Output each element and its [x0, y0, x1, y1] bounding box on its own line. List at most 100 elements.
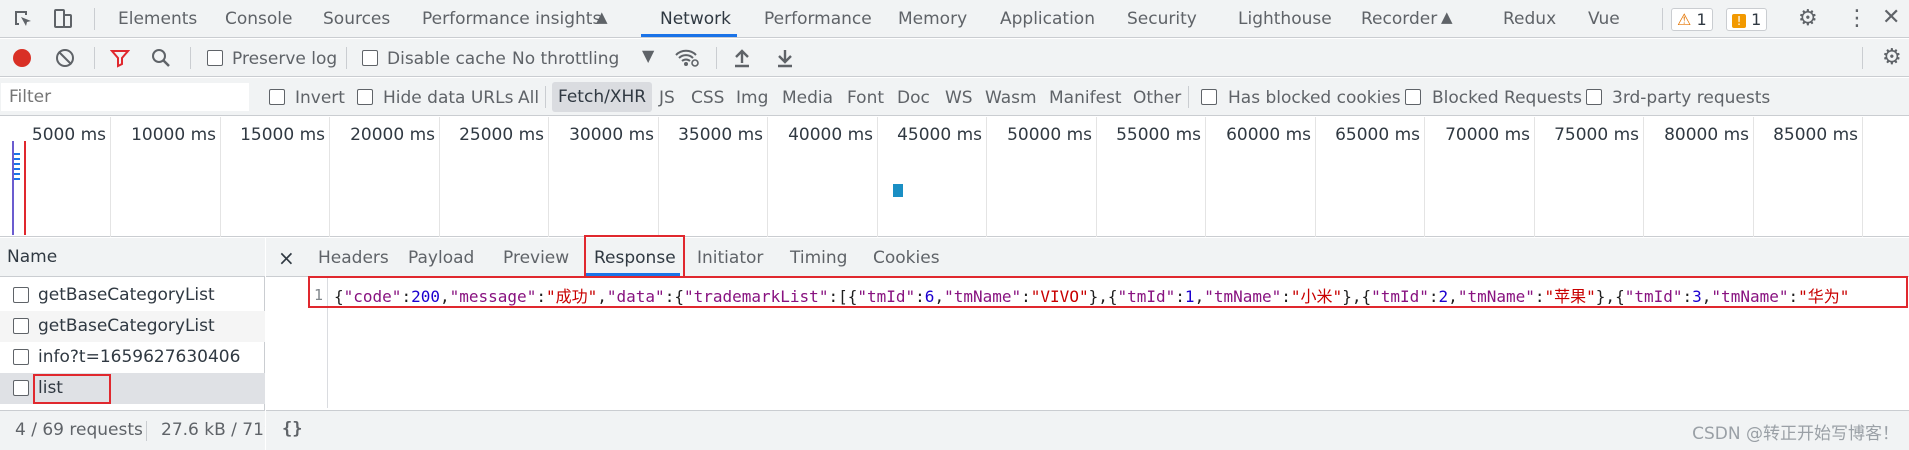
search-icon[interactable] — [150, 47, 172, 73]
timeline-tick-label: 75000 ms — [1554, 125, 1639, 145]
request-row[interactable]: info?t=1659627630406 — [0, 342, 265, 373]
issue-icon: ! — [1732, 14, 1746, 28]
tab-sources[interactable]: Sources — [323, 0, 390, 38]
gear-icon[interactable]: ⚙ — [1798, 8, 1818, 30]
active-tab-indicator — [641, 34, 737, 37]
hide-data-urls-checkbox[interactable] — [357, 89, 373, 105]
tab-console[interactable]: Console — [225, 0, 293, 38]
close-icon[interactable]: ✕ — [1882, 7, 1900, 29]
warnings-badge[interactable]: ⚠ 1 — [1671, 8, 1713, 31]
timeline-gridline — [767, 117, 768, 237]
tab-headers[interactable]: Headers — [318, 238, 389, 277]
requests-panel: Name getBaseCategoryList getBaseCategory… — [0, 238, 265, 450]
has-blocked-cookies-checkbox[interactable] — [1201, 89, 1217, 105]
preserve-log-label: Preserve log — [232, 49, 338, 69]
throttling-select[interactable]: No throttling — [512, 49, 619, 69]
response-footer: {} CSDN @转正开始写博客！ — [266, 410, 1909, 450]
timeline-gridline — [1205, 117, 1206, 237]
preserve-log-checkbox[interactable] — [207, 50, 223, 66]
tab-initiator[interactable]: Initiator — [697, 238, 763, 277]
highlight-box-list — [33, 374, 111, 404]
timeline-tick-label: 5000 ms — [31, 125, 106, 145]
filter-type-doc[interactable]: Doc — [897, 88, 930, 108]
inspect-element-icon[interactable] — [12, 8, 34, 33]
highlight-box-response-tab — [584, 235, 685, 278]
timeline-gridline — [1315, 117, 1316, 237]
timeline-tick-label: 80000 ms — [1664, 125, 1749, 145]
timeline-tick-label: 30000 ms — [569, 125, 654, 145]
response-viewer[interactable]: 1 {"code":200,"message":"成功","data":{"tr… — [266, 276, 1909, 447]
third-party-requests-checkbox[interactable] — [1586, 89, 1602, 105]
filter-type-wasm[interactable]: Wasm — [985, 88, 1037, 108]
filter-type-ws[interactable]: WS — [945, 88, 973, 108]
blocked-requests-checkbox[interactable] — [1405, 89, 1421, 105]
request-row[interactable]: getBaseCategoryList — [0, 311, 265, 342]
timeline-tick-label: 45000 ms — [897, 125, 982, 145]
timeline-tick-label: 85000 ms — [1773, 125, 1858, 145]
record-icon[interactable] — [13, 49, 31, 67]
issues-badge[interactable]: ! 1 — [1726, 8, 1768, 31]
request-row[interactable]: getBaseCategoryList — [0, 280, 265, 311]
timeline-gridline — [548, 117, 549, 237]
timeline-gridline — [1534, 117, 1535, 237]
timeline-request-marks — [14, 153, 20, 183]
tab-timing[interactable]: Timing — [790, 238, 847, 277]
timeline-tick-label: 70000 ms — [1445, 125, 1530, 145]
tab-memory[interactable]: Memory — [898, 0, 967, 38]
timeline-overview[interactable]: 5000 ms 10000 ms 15000 ms 20000 ms 25000 ms 3… — [0, 117, 1909, 237]
device-toolbar-icon[interactable] — [52, 8, 74, 33]
tab-security[interactable]: Security — [1127, 0, 1197, 38]
tab-performance[interactable]: Performance — [764, 0, 872, 38]
name-column-header[interactable]: Name — [0, 238, 265, 277]
tab-vue[interactable]: Vue — [1588, 0, 1620, 38]
detail-tab-bar: × Headers Payload Preview Response Initi… — [266, 238, 1909, 277]
invert-checkbox[interactable] — [269, 89, 285, 105]
filter-type-img[interactable]: Img — [736, 88, 768, 108]
timeline-tick-label: 60000 ms — [1226, 125, 1311, 145]
tab-network[interactable]: Network — [660, 0, 731, 38]
tab-lighthouse[interactable]: Lighthouse — [1238, 0, 1332, 38]
network-conditions-icon[interactable] — [674, 47, 700, 72]
tab-preview[interactable]: Preview — [503, 238, 569, 277]
tab-performance-insights[interactable]: Performance insights — [422, 0, 601, 38]
import-har-icon[interactable] — [732, 47, 752, 72]
filter-input[interactable] — [1, 83, 249, 111]
disable-cache-label: Disable cache — [387, 49, 506, 69]
filter-type-js[interactable]: JS — [659, 88, 675, 108]
network-settings-gear-icon[interactable]: ⚙ — [1882, 47, 1902, 69]
requests-status-bar: 4 / 69 requests 27.6 kB / 719 — [0, 410, 265, 450]
filter-type-other[interactable]: Other — [1133, 88, 1181, 108]
experiment-flask-icon: ▲ — [596, 8, 608, 26]
timeline-tick-label: 50000 ms — [1007, 125, 1092, 145]
filter-type-manifest[interactable]: Manifest — [1049, 88, 1122, 108]
export-har-icon[interactable] — [775, 47, 795, 72]
chevron-down-icon[interactable]: ▼ — [642, 48, 654, 64]
filter-type-css[interactable]: CSS — [691, 88, 724, 108]
tab-application[interactable]: Application — [1000, 0, 1095, 38]
timeline-tick-label: 25000 ms — [459, 125, 544, 145]
request-name: info?t=1659627630406 — [38, 347, 241, 367]
more-options-icon[interactable]: ⋮ — [1846, 8, 1868, 30]
clear-icon[interactable] — [56, 49, 74, 67]
filter-type-font[interactable]: Font — [847, 88, 884, 108]
timeline-gridline — [220, 117, 221, 237]
pretty-print-button[interactable]: {} — [282, 419, 302, 439]
filter-type-all[interactable]: All — [518, 88, 539, 108]
tab-payload[interactable]: Payload — [408, 238, 474, 277]
timeline-tick-label: 10000 ms — [131, 125, 216, 145]
timeline-gridline — [329, 117, 330, 237]
filter-funnel-icon[interactable] — [109, 48, 131, 72]
close-detail-icon[interactable]: × — [278, 238, 295, 277]
tab-elements[interactable]: Elements — [118, 0, 197, 38]
timeline-tick-label: 55000 ms — [1116, 125, 1201, 145]
timeline-gridline — [1424, 117, 1425, 237]
filter-type-media[interactable]: Media — [782, 88, 833, 108]
devtools-tab-bar: Elements Console Sources Performance ins… — [0, 0, 1909, 38]
filter-type-fetch-xhr[interactable]: Fetch/XHR — [552, 82, 653, 112]
disable-cache-checkbox[interactable] — [362, 50, 378, 66]
request-type-icon — [13, 349, 29, 365]
tab-redux[interactable]: Redux — [1503, 0, 1556, 38]
timeline-tick-label: 65000 ms — [1335, 125, 1420, 145]
tab-cookies[interactable]: Cookies — [873, 238, 940, 277]
tab-recorder[interactable]: Recorder — [1361, 0, 1437, 38]
